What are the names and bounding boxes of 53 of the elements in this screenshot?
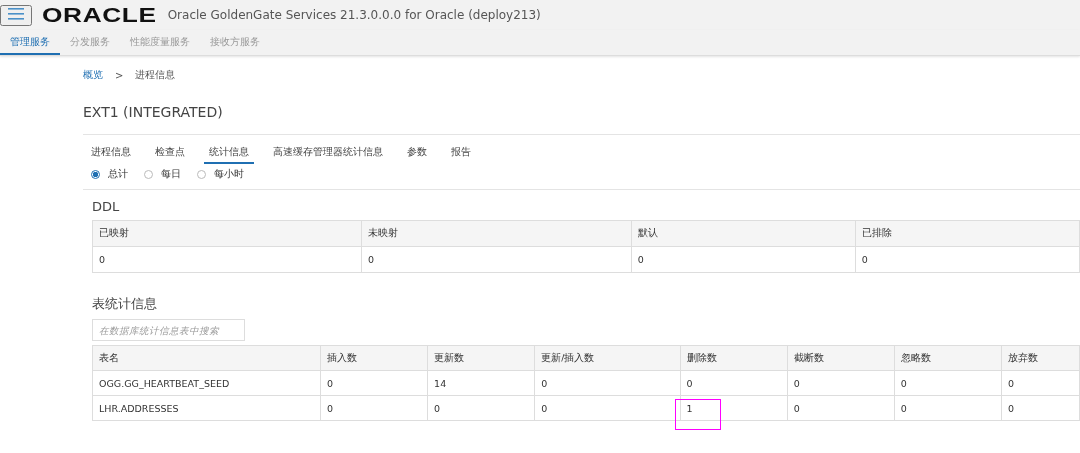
search-field[interactable]: 在数据库统计信息表中搜索	[92, 319, 245, 341]
table-cell: 14	[427, 370, 535, 396]
column-header: 已映射	[92, 220, 362, 247]
column-header: 已排除	[855, 220, 1080, 247]
section-title: DDL	[92, 199, 121, 214]
table-cell: OGG.GG_HEARTBEAT_SEED	[92, 370, 321, 396]
table-cell: 0	[680, 370, 788, 396]
tab[interactable]: 参数	[407, 145, 427, 164]
table-cell: 0	[1001, 370, 1080, 396]
table-cell: 0	[361, 246, 632, 273]
tab[interactable]: 进程信息	[91, 145, 131, 164]
column-header: 未映射	[361, 220, 632, 247]
table-cell: 0	[92, 246, 362, 273]
nav-tab[interactable]: 管理服务	[0, 30, 60, 55]
column-header: 表名	[92, 345, 321, 371]
page-title: EXT1 (INTEGRATED)	[83, 104, 224, 120]
table-cell: 0	[894, 395, 1002, 421]
breadcrumb-link[interactable]: 概览	[83, 68, 103, 82]
column-header: 删除数	[680, 345, 788, 371]
column-header: 忽略数	[894, 345, 1002, 371]
menu-icon	[8, 7, 24, 20]
tab[interactable]: 高速缓存管理器统计信息	[273, 145, 383, 164]
table-cell: 0	[320, 395, 428, 421]
menu-button[interactable]	[0, 4, 32, 26]
tab[interactable]: 报告	[451, 145, 471, 164]
section-title: 表统计信息	[92, 295, 158, 313]
table-cell: 0	[631, 246, 856, 273]
tab[interactable]: 检查点	[155, 145, 185, 164]
logo: ORACLE	[42, 3, 157, 27]
table-cell: 0	[320, 370, 428, 396]
column-header: 插入数	[320, 345, 428, 371]
column-header: 放弃数	[1001, 345, 1080, 371]
radio-button[interactable]	[91, 169, 100, 179]
column-header: 更新数	[427, 345, 535, 371]
table-cell: 0	[534, 370, 681, 396]
table-cell: 0	[1001, 395, 1080, 421]
breadcrumb-item: >	[115, 69, 124, 81]
column-header: 更新/插入数	[534, 345, 681, 371]
tab[interactable]: 统计信息	[204, 145, 254, 164]
table-cell: 0	[855, 246, 1080, 273]
radio-label: 每日	[161, 167, 181, 181]
app-title: Oracle GoldenGate Services 21.3.0.0.0 for Oracle (deploy213)	[167, 8, 541, 22]
breadcrumb-item: 进程信息	[135, 68, 176, 82]
table-cell: 0	[427, 395, 535, 421]
table-cell: LHR.ADDRESSES	[92, 395, 321, 421]
radio-label: 总计	[108, 167, 128, 181]
column-header: 默认	[631, 220, 856, 247]
column-header: 截断数	[787, 345, 895, 371]
table-cell: 0	[787, 395, 895, 421]
table-cell: 0	[787, 370, 895, 396]
table-cell: 0	[534, 395, 681, 421]
table-cell: 0	[894, 370, 1002, 396]
radio-label: 每小时	[214, 167, 244, 181]
